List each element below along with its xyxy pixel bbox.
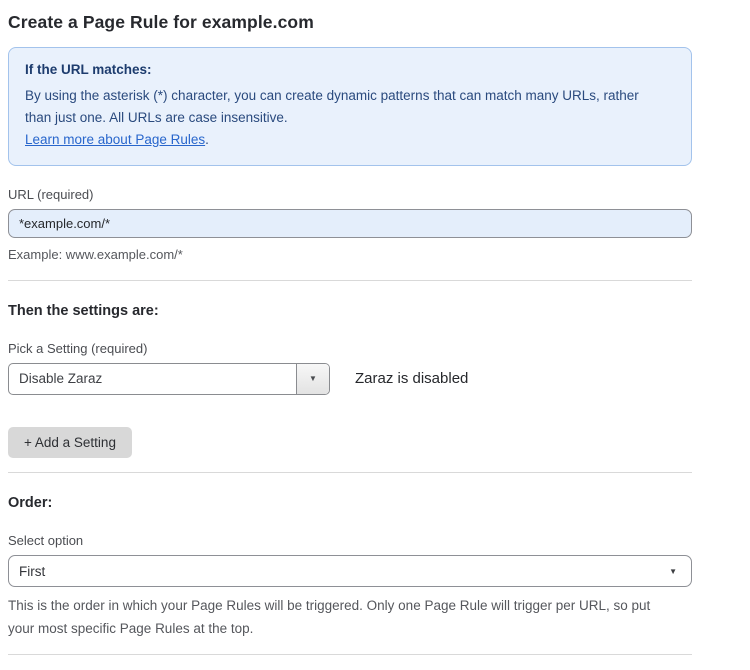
setting-picker-label: Pick a Setting (required) [8, 341, 692, 356]
setting-dropdown-value: Disable Zaraz [9, 364, 296, 394]
order-select[interactable]: First ▼ [8, 555, 692, 587]
link-suffix: . [205, 132, 209, 147]
url-match-info-box: If the URL matches: By using the asteris… [8, 47, 692, 166]
setting-row: Disable Zaraz ▼ Zaraz is disabled [8, 363, 692, 395]
order-section-heading: Order: [8, 495, 692, 511]
info-box-body: By using the asterisk (*) character, you… [25, 85, 665, 130]
page-title: Create a Page Rule for example.com [8, 12, 692, 33]
add-setting-button[interactable]: + Add a Setting [8, 427, 132, 459]
learn-more-link[interactable]: Learn more about Page Rules [25, 132, 205, 147]
info-link-row: Learn more about Page Rules. [25, 129, 675, 152]
order-select-value: First [19, 564, 45, 579]
divider [8, 472, 692, 473]
order-select-label: Select option [8, 533, 692, 548]
info-box-heading: If the URL matches: [25, 59, 675, 81]
setting-dropdown[interactable]: Disable Zaraz ▼ [8, 363, 330, 395]
url-input[interactable] [8, 209, 692, 238]
divider [8, 280, 692, 281]
divider [8, 654, 692, 655]
url-field-label: URL (required) [8, 187, 692, 202]
caret-down-icon: ▼ [309, 374, 317, 383]
order-helper-text: This is the order in which your Page Rul… [8, 595, 678, 640]
setting-dropdown-button[interactable]: ▼ [296, 364, 329, 394]
settings-section-heading: Then the settings are: [8, 303, 692, 319]
page-rule-form: Create a Page Rule for example.com If th… [0, 0, 750, 670]
caret-down-icon: ▼ [669, 567, 677, 576]
url-field-helper: Example: www.example.com/* [8, 245, 692, 266]
setting-status-text: Zaraz is disabled [355, 370, 468, 387]
